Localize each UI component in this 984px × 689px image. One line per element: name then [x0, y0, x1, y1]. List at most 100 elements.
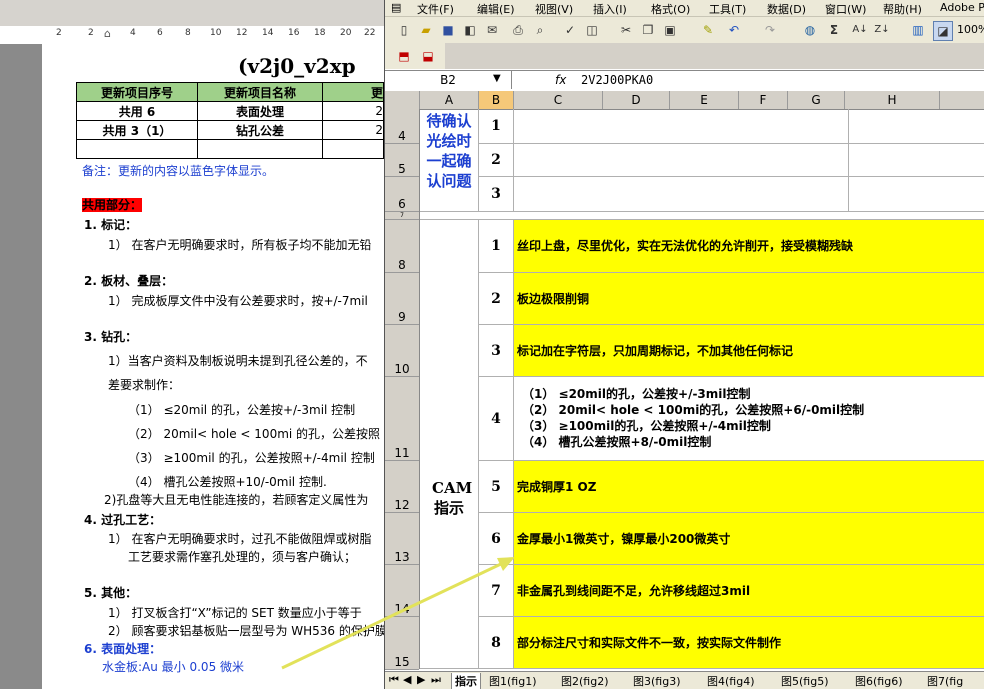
menu-file[interactable]: 文件(F)	[417, 1, 454, 17]
format-painter-icon[interactable]: ✎	[699, 21, 717, 39]
next-sheet-icon[interactable]: ▶	[417, 673, 425, 686]
item-number-cell[interactable]: 1	[479, 220, 514, 273]
column-header-extra[interactable]	[940, 91, 984, 109]
pending-label-cell[interactable]: 待确认光绘时一起确认问题	[420, 109, 479, 212]
row-header-13[interactable]: 13	[385, 513, 419, 565]
pending-content-cell[interactable]	[514, 109, 849, 144]
prev-sheet-icon[interactable]: ◀	[403, 673, 411, 686]
sheet-tab[interactable]: 图2(fig2)	[561, 673, 609, 689]
item-number-cell[interactable]: 3	[479, 325, 514, 377]
autosum-icon[interactable]: Σ	[825, 21, 843, 39]
column-header-e[interactable]: E	[670, 91, 739, 109]
email-icon[interactable]: ✉	[483, 21, 501, 39]
pending-number-cell[interactable]: 2	[479, 144, 514, 177]
item-text-cell[interactable]: 丝印上盘，尽里优化，实在无法优化的允许削开，接受模糊残缺	[514, 220, 984, 273]
column-header-c[interactable]: C	[514, 91, 603, 109]
column-header-a[interactable]: A	[420, 91, 479, 109]
convert-to-pdf-icon[interactable]: ⬒	[395, 47, 413, 65]
spelling-icon[interactable]: ✓	[561, 21, 579, 39]
sheet-tab-active[interactable]: 指示	[451, 673, 481, 689]
name-box-dropdown-icon[interactable]: ▼	[493, 73, 501, 84]
fx-label[interactable]: fx	[555, 71, 566, 89]
sheet-tab[interactable]: 图5(fig5)	[781, 673, 829, 689]
item-number-cell[interactable]: 8	[479, 617, 514, 669]
column-header-f[interactable]: F	[739, 91, 788, 109]
print-icon[interactable]: ⎙	[509, 21, 527, 39]
undo-icon[interactable]: ↶	[725, 21, 743, 39]
row-header-12[interactable]: 12	[385, 461, 419, 513]
menu-tools[interactable]: 工具(T)	[709, 1, 746, 17]
pending-content-cell[interactable]	[514, 144, 849, 177]
formula-input[interactable]: 2V2J00PKA0	[581, 71, 653, 89]
last-sheet-icon[interactable]: ⏭	[431, 673, 441, 687]
menu-format[interactable]: 格式(O)	[651, 1, 690, 17]
item-number-cell[interactable]: 4	[479, 377, 514, 461]
zoom-value[interactable]: 100%	[957, 23, 984, 36]
research-icon[interactable]: ◫	[583, 21, 601, 39]
sort-ascending-icon[interactable]: A↓	[851, 21, 869, 39]
pending-content-cell[interactable]	[849, 109, 984, 144]
cam-label-cell[interactable]: CAM指示	[420, 220, 479, 669]
new-icon[interactable]: ▯	[395, 21, 413, 39]
menu-adobe-pdf[interactable]: Adobe PD	[940, 1, 984, 14]
sort-descending-icon[interactable]: Z↓	[873, 21, 891, 39]
menu-data[interactable]: 数据(D)	[767, 1, 806, 17]
sheet-tab[interactable]: 图6(fig6)	[855, 673, 903, 689]
sheet-tab[interactable]: 图3(fig3)	[633, 673, 681, 689]
item-text-cell[interactable]: 部分标注尺寸和实际文件不一致，按实际文件制作	[514, 617, 984, 669]
row-header-4[interactable]: 4	[385, 109, 419, 144]
row-header-7[interactable]: 7	[385, 212, 419, 220]
pending-number-cell[interactable]: 3	[479, 177, 514, 212]
sheet-tab[interactable]: 图4(fig4)	[707, 673, 755, 689]
print-preview-icon[interactable]: ⌕	[531, 21, 549, 39]
hyperlink-icon[interactable]: ◍	[801, 21, 819, 39]
row-header-9[interactable]: 9	[385, 273, 419, 325]
row-header-14[interactable]: 14	[385, 565, 419, 617]
menu-edit[interactable]: 编辑(E)	[477, 1, 515, 17]
item-number-cell[interactable]: 2	[479, 273, 514, 325]
menu-window[interactable]: 窗口(W)	[825, 1, 866, 17]
row-header-15[interactable]: 15	[385, 617, 419, 670]
item-number-cell[interactable]: 6	[479, 513, 514, 565]
item-text-cell[interactable]: 金厚最小1微英寸，镍厚最小200微英寸	[514, 513, 984, 565]
chart-wizard-icon[interactable]: ▥	[909, 21, 927, 39]
redo-icon[interactable]: ↷	[761, 21, 779, 39]
copy-icon[interactable]: ❐	[639, 21, 657, 39]
column-header-g[interactable]: G	[788, 91, 845, 109]
item-text-cell[interactable]: 板边极限削铜	[514, 273, 984, 325]
save-icon[interactable]: ■	[439, 21, 457, 39]
item-text-cell[interactable]: 标记加在字符层，只加周期标记，不加其他任何标记	[514, 325, 984, 377]
select-all-corner[interactable]	[385, 91, 420, 109]
row-header-8[interactable]: 8	[385, 220, 419, 273]
column-header-b[interactable]: B	[479, 91, 514, 109]
pending-number-cell[interactable]: 1	[479, 109, 514, 144]
menu-help[interactable]: 帮助(H)	[883, 1, 922, 17]
first-sheet-icon[interactable]: ⏮	[389, 673, 399, 687]
item-number-cell[interactable]: 7	[479, 565, 514, 617]
sheet-tab[interactable]: 图1(fig1)	[489, 673, 537, 689]
pending-content-cell[interactable]	[514, 177, 849, 212]
row-header-10[interactable]: 10	[385, 325, 419, 377]
item-text-cell[interactable]: （1） ≤20mil的孔，公差按+/-3mil控制 （2） 20mil< hol…	[514, 377, 984, 461]
menu-insert[interactable]: 插入(I)	[593, 1, 627, 17]
cut-icon[interactable]: ✂	[617, 21, 635, 39]
menu-view[interactable]: 视图(V)	[535, 1, 573, 17]
open-icon[interactable]: ▰	[417, 21, 435, 39]
item-text-cell[interactable]: 非金属孔到线间距不足，允许移线超过3mil	[514, 565, 984, 617]
spacer-row[interactable]	[420, 212, 984, 220]
item-text-cell[interactable]: 完成铜厚1 OZ	[514, 461, 984, 513]
indent-marker-icon[interactable]: ⌂	[104, 27, 111, 40]
item-number-cell[interactable]: 5	[479, 461, 514, 513]
column-header-h[interactable]: H	[845, 91, 940, 109]
sheet-tab[interactable]: 图7(fig	[927, 673, 963, 689]
column-header-d[interactable]: D	[603, 91, 670, 109]
pdf-email-icon[interactable]: ⬓	[419, 47, 437, 65]
pending-content-cell[interactable]	[849, 177, 984, 212]
excel-doc-icon[interactable]: ▤	[391, 1, 401, 14]
paste-icon[interactable]: ▣	[661, 21, 679, 39]
drawing-icon[interactable]: ◪	[933, 21, 953, 41]
row-header-11[interactable]: 11	[385, 377, 419, 461]
pending-content-cell[interactable]	[849, 144, 984, 177]
permission-icon[interactable]: ◧	[461, 21, 479, 39]
horizontal-ruler[interactable]: 2 2 4 6 8 10 12 14 16 18 20 22 ⌂	[0, 26, 384, 45]
